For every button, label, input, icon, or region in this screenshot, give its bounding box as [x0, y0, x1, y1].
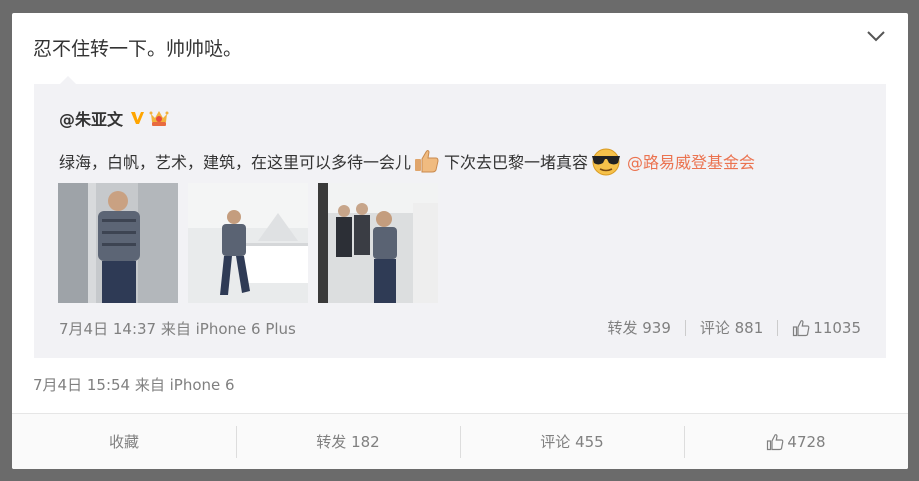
repost-text-part2: 下次去巴黎一堵真容 [444, 153, 589, 172]
repost-comment-count[interactable]: 评论 881 [700, 317, 763, 338]
thumbs-up-icon [793, 319, 810, 336]
mention-link[interactable]: @路易威登基金会 [627, 149, 755, 173]
favorite-button[interactable]: 收藏 [12, 414, 236, 469]
thumbs-up-icon [767, 433, 784, 450]
divider [684, 319, 686, 336]
repost-button[interactable]: 转发 182 [236, 414, 460, 469]
repost-box: @朱亚文 绿海，白帆，艺术，建筑，在这里可以多待一会儿 下次去巴黎一堵真容 @路… [34, 84, 886, 358]
divider [777, 319, 779, 336]
image-thumbnails [58, 183, 438, 303]
repost-author-name[interactable]: @朱亚文 [59, 106, 123, 130]
repost-like-count: 11035 [813, 318, 861, 337]
photo-thumbnail[interactable] [188, 183, 308, 303]
repost-text: 绿海，白帆，艺术，建筑，在这里可以多待一会儿 下次去巴黎一堵真容 @路易威登基金… [59, 146, 755, 176]
repost-author-row: @朱亚文 [59, 106, 170, 130]
like-button[interactable]: 4728 [684, 414, 908, 469]
repost-like-button[interactable]: 11035 [792, 319, 861, 337]
sunglasses-emoji [592, 148, 621, 176]
repost-actions: 转发 939 评论 881 11035 [607, 317, 861, 338]
member-crown-icon [149, 111, 169, 126]
action-bar: 收藏 转发 182 评论 455 4728 [12, 413, 908, 469]
comment-button[interactable]: 评论 455 [460, 414, 684, 469]
repost-timestamp-source: 7月4日 14:37 来自 iPhone 6 Plus [59, 320, 296, 338]
photo-thumbnail[interactable] [58, 183, 178, 303]
repost-repost-count[interactable]: 转发 939 [607, 317, 670, 338]
post-text: 忍不住转一下。帅帅哒。 [33, 38, 243, 60]
like-count: 4728 [787, 432, 826, 451]
photo-thumbnail[interactable] [318, 183, 438, 303]
chevron-down-icon[interactable] [866, 29, 886, 43]
weibo-card: 忍不住转一下。帅帅哒。 @朱亚文 绿海，白帆，艺术，建筑，在这里可以多待一会儿 … [12, 13, 908, 469]
repost-text-part1: 绿海，白帆，艺术，建筑，在这里可以多待一会儿 [59, 153, 412, 172]
verified-v-icon [131, 112, 145, 124]
post-timestamp-source: 7月4日 15:54 来自 iPhone 6 [33, 376, 235, 394]
repost-notch [60, 76, 76, 84]
thumbs-up-emoji [415, 150, 439, 173]
